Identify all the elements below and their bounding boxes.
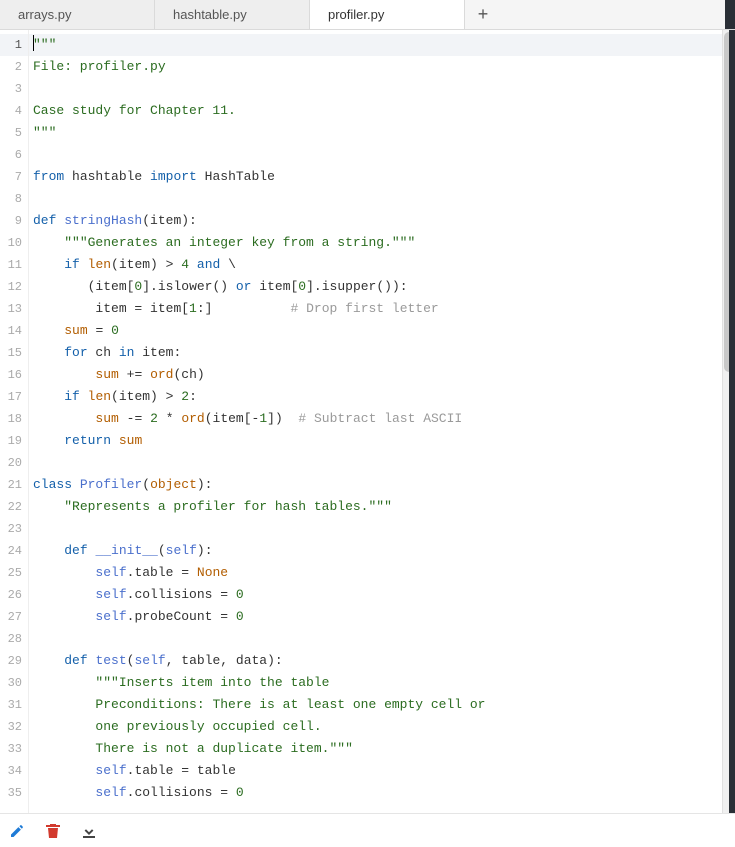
line-number: 31 (0, 694, 28, 716)
code-line[interactable]: File: profiler.py (33, 56, 735, 78)
code-line[interactable]: self.table = None (33, 562, 735, 584)
tab-bar: arrays.py hashtable.py profiler.py + (0, 0, 735, 30)
code-line[interactable] (33, 518, 735, 540)
edit-button[interactable] (8, 822, 26, 840)
line-number: 35 (0, 782, 28, 804)
code-line[interactable]: "Represents a profiler for hash tables."… (33, 496, 735, 518)
line-number: 2 (0, 56, 28, 78)
code-line[interactable]: if len(item) > 4 and \ (33, 254, 735, 276)
line-number: 30 (0, 672, 28, 694)
code-line[interactable]: sum -= 2 * ord(item[-1]) # Subtract last… (33, 408, 735, 430)
code-line[interactable]: return sum (33, 430, 735, 452)
code-line[interactable]: def test(self, table, data): (33, 650, 735, 672)
line-number: 6 (0, 144, 28, 166)
code-line[interactable]: self.probeCount = 0 (33, 606, 735, 628)
code-line[interactable]: if len(item) > 2: (33, 386, 735, 408)
code-line[interactable]: """ (29, 34, 735, 56)
code-line[interactable]: (item[0].islower() or item[0].isupper())… (33, 276, 735, 298)
line-number: 4 (0, 100, 28, 122)
code-line[interactable] (33, 144, 735, 166)
code-line[interactable]: one previously occupied cell. (33, 716, 735, 738)
line-number: 21 (0, 474, 28, 496)
bottom-toolbar (0, 813, 735, 847)
code-line[interactable]: item = item[1:] # Drop first letter (33, 298, 735, 320)
line-number: 9 (0, 210, 28, 232)
tab-profiler[interactable]: profiler.py (310, 0, 465, 29)
code-line[interactable]: """Inserts item into the table (33, 672, 735, 694)
code-line[interactable] (33, 188, 735, 210)
line-number: 8 (0, 188, 28, 210)
line-number: 34 (0, 760, 28, 782)
tab-arrays[interactable]: arrays.py (0, 0, 155, 29)
line-number: 28 (0, 628, 28, 650)
line-number: 22 (0, 496, 28, 518)
line-number: 15 (0, 342, 28, 364)
code-line[interactable]: """ (33, 122, 735, 144)
line-number: 12 (0, 276, 28, 298)
line-number: 1 (0, 34, 28, 56)
line-number: 27 (0, 606, 28, 628)
code-line[interactable]: Case study for Chapter 11. (33, 100, 735, 122)
code-line[interactable]: """Generates an integer key from a strin… (33, 232, 735, 254)
line-number: 33 (0, 738, 28, 760)
line-number: 5 (0, 122, 28, 144)
trash-icon (45, 823, 61, 839)
right-dark-edge (729, 30, 735, 813)
new-tab-button[interactable]: + (465, 0, 501, 29)
code-line[interactable] (33, 78, 735, 100)
line-number: 19 (0, 430, 28, 452)
delete-button[interactable] (44, 822, 62, 840)
line-number: 14 (0, 320, 28, 342)
line-number: 24 (0, 540, 28, 562)
code-line[interactable]: def stringHash(item): (33, 210, 735, 232)
code-line[interactable]: There is not a duplicate item.""" (33, 738, 735, 760)
line-number: 18 (0, 408, 28, 430)
tab-label: hashtable.py (173, 7, 247, 22)
code-line[interactable]: self.collisions = 0 (33, 782, 735, 804)
line-number: 25 (0, 562, 28, 584)
code-line[interactable] (33, 452, 735, 474)
code-line[interactable]: for ch in item: (33, 342, 735, 364)
pencil-icon (9, 823, 25, 839)
download-icon (81, 823, 97, 839)
code-line[interactable]: def __init__(self): (33, 540, 735, 562)
tab-spacer (501, 0, 725, 29)
line-number: 32 (0, 716, 28, 738)
code-line[interactable]: sum = 0 (33, 320, 735, 342)
code-line[interactable]: self.collisions = 0 (33, 584, 735, 606)
line-number: 13 (0, 298, 28, 320)
tab-hashtable[interactable]: hashtable.py (155, 0, 310, 29)
line-number: 20 (0, 452, 28, 474)
editor[interactable]: 1234567891011121314151617181920212223242… (0, 30, 735, 813)
line-number: 29 (0, 650, 28, 672)
line-number: 16 (0, 364, 28, 386)
code-line[interactable]: self.table = table (33, 760, 735, 782)
line-number: 23 (0, 518, 28, 540)
line-number-gutter: 1234567891011121314151617181920212223242… (0, 30, 29, 813)
line-number: 3 (0, 78, 28, 100)
tab-label: profiler.py (328, 7, 384, 22)
code-line[interactable]: class Profiler(object): (33, 474, 735, 496)
line-number: 11 (0, 254, 28, 276)
line-number: 26 (0, 584, 28, 606)
download-button[interactable] (80, 822, 98, 840)
line-number: 7 (0, 166, 28, 188)
right-panel-edge (725, 0, 735, 29)
line-number: 17 (0, 386, 28, 408)
line-number: 10 (0, 232, 28, 254)
code-area[interactable]: """File: profiler.pyCase study for Chapt… (29, 30, 735, 813)
code-line[interactable] (33, 628, 735, 650)
tab-label: arrays.py (18, 7, 71, 22)
plus-icon: + (478, 4, 489, 25)
code-line[interactable]: sum += ord(ch) (33, 364, 735, 386)
code-line[interactable]: from hashtable import HashTable (33, 166, 735, 188)
code-line[interactable]: Preconditions: There is at least one emp… (33, 694, 735, 716)
